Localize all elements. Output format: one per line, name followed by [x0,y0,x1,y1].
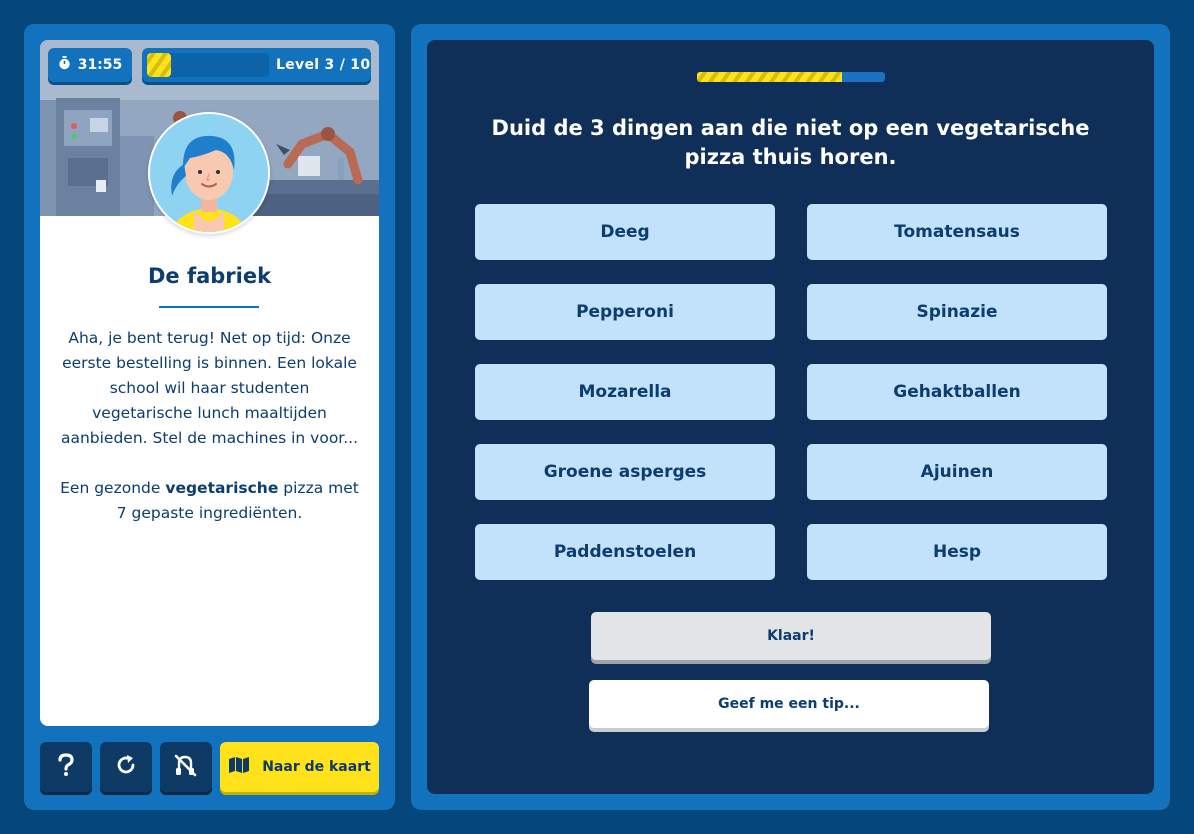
tip-button[interactable]: Geef me een tip... [589,680,989,728]
story-title: De fabriek [147,264,272,288]
restart-icon [115,754,137,780]
question-mark-icon [56,753,76,781]
title-divider [159,306,259,308]
done-button[interactable]: Klaar! [591,612,991,660]
answer-option[interactable]: Paddenstoelen [475,524,775,580]
level-text: Level 3 / 10 [276,57,371,73]
quiz-progress-bar [697,72,885,82]
answer-option[interactable]: Hesp [807,524,1107,580]
story-text: Aha, je bent terug! Net op tijd: Onze ee… [58,326,361,526]
emphasis-text: vegetarische [165,479,279,497]
timer-badge: 31:55 [48,48,132,82]
restart-button[interactable] [100,742,152,792]
level-badge: Level 3 / 10 [142,48,371,82]
answer-option[interactable]: Ajuinen [807,444,1107,500]
story-paragraph-2: Een gezonde vegetarische pizza met 7 gep… [60,479,359,522]
map-button-label: Naar de kaart [262,759,371,775]
answer-option[interactable]: Deeg [475,204,775,260]
level-progress-fill [147,53,172,77]
quiz-panel: Duid de 3 dingen aan die niet op een veg… [427,40,1154,794]
character-portrait [150,114,268,232]
answer-option[interactable]: Tomatensaus [807,204,1107,260]
map-icon [228,756,250,778]
answer-option[interactable]: Groene asperges [475,444,775,500]
level-progress-bar [147,53,269,77]
quiz-progress-fill [697,72,842,82]
sound-toggle-button[interactable] [160,742,212,792]
answer-option[interactable]: Spinazie [807,284,1107,340]
answer-option[interactable]: Gehaktballen [807,364,1107,420]
quiz-frame: Duid de 3 dingen aan die niet op een veg… [411,24,1170,810]
question-text: Duid de 3 dingen aan die niet op een veg… [491,116,1090,169]
story-paragraph-1: Aha, je bent terug! Net op tijd: Onze ee… [60,329,359,447]
stopwatch-icon [58,56,71,74]
avatar [148,112,270,234]
help-button[interactable] [40,742,92,792]
answer-option[interactable]: Mozarella [475,364,775,420]
timer-text: 31:55 [77,57,123,73]
story-card: 31:55 Level 3 / 10 De fabriek Aha, je be… [40,40,379,726]
answer-option[interactable]: Pepperoni [475,284,775,340]
sound-off-icon [173,753,199,781]
map-button[interactable]: Naar de kaart [220,742,379,792]
story-frame: 31:55 Level 3 / 10 De fabriek Aha, je be… [24,24,395,810]
